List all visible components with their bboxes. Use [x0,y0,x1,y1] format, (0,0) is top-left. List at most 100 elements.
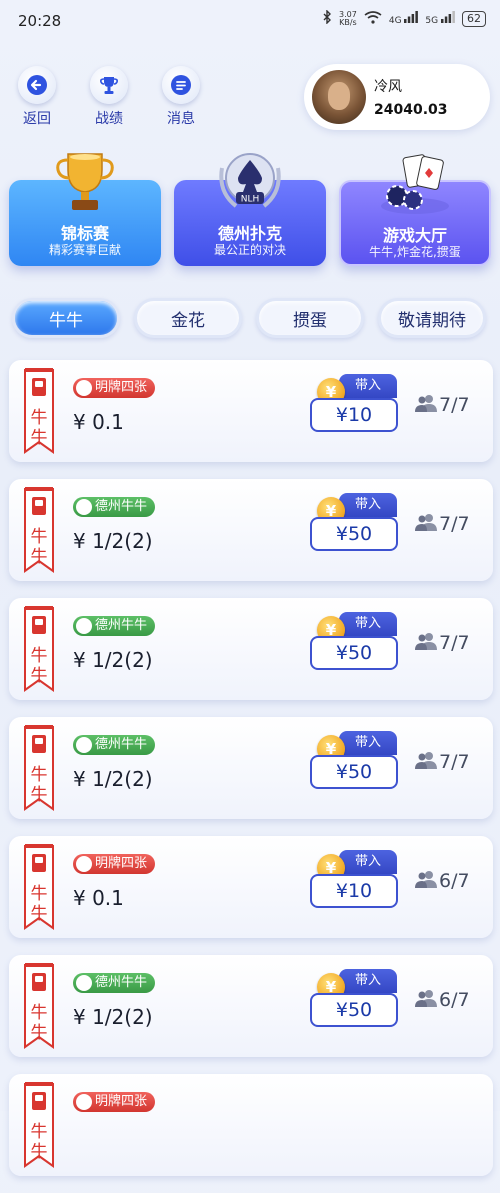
room-type-badge: 德州牛牛 [73,973,156,993]
tab-guandan[interactable]: 掼蛋 [256,298,364,338]
banner-char-1: 牛 [30,884,48,904]
buyin-label: 带入 [339,612,397,636]
bluetooth-icon [322,9,332,27]
players-icon [415,751,437,774]
niuniu-banner-icon: 牛 牛 [23,1082,55,1170]
back-arrow-icon [18,66,56,104]
room-type-badge: 德州牛牛 [73,497,156,517]
badge-icon [76,856,92,872]
room-stake: ¥ 0.1 [73,410,124,434]
banner-char-2: 牛 [30,904,48,924]
room-list: 牛 牛 明牌四张 ¥ 0.1 带入 ¥ ¥10 7/7 牛 牛 德州牛牛 ¥ 1… [9,360,493,1193]
game-lobby-card[interactable]: 游戏大厅 牛牛,炸金花,掼蛋 [339,154,491,266]
player-count: 6/7 [415,870,470,893]
players-icon [415,394,437,417]
buyin-label: 带入 [339,731,397,755]
buyin-label: 带入 [339,493,397,517]
room-row[interactable]: 牛 牛 明牌四张 ¥ 0.1 带入 ¥ ¥10 6/7 [9,836,493,938]
room-row[interactable]: 牛 牛 德州牛牛 ¥ 1/2(2) 带入 ¥ ¥50 7/7 [9,479,493,581]
room-stake: ¥ 1/2(2) [73,1005,153,1029]
room-type-badge: 明牌四张 [73,1092,156,1112]
tab-coming-soon[interactable]: 敬请期待 [378,298,486,338]
players-icon [415,870,437,893]
player-count: 7/7 [415,632,470,655]
banner-char-1: 牛 [30,1122,48,1142]
avatar[interactable] [312,70,366,124]
banner-char-1: 牛 [30,765,48,785]
banner-char-2: 牛 [30,428,48,448]
cards-chips-icon [375,150,455,220]
texas-holdem-card[interactable]: NLH 德州扑克 最公正的对决 [174,153,326,266]
back-label: 返回 [23,111,51,127]
banner-char-2: 牛 [30,785,48,805]
buyin-label: 带入 [339,374,397,398]
banner-char-1: 牛 [30,408,48,428]
banner-char-2: 牛 [30,547,48,567]
message-icon [162,66,200,104]
room-row[interactable]: 牛 牛 德州牛牛 ¥ 1/2(2) 带入 ¥ ¥50 7/7 [9,598,493,700]
texas-holdem-subtitle: 最公正的对决 [213,243,286,257]
messages-label: 消息 [167,111,195,127]
buyin-amount-button[interactable]: ¥10 [310,398,398,432]
badge-icon [76,380,92,396]
buyin-amount-button[interactable]: ¥50 [310,636,398,670]
banner-char-2: 牛 [30,666,48,686]
wifi-icon [364,10,382,27]
tab-jinhua[interactable]: 金花 [134,298,242,338]
badge-icon [76,618,92,634]
top-nav: 返回 战绩 消息 [14,66,204,128]
banner-char-1: 牛 [30,646,48,666]
tab-niuniu[interactable]: 牛牛 [12,298,120,338]
messages-button[interactable]: 消息 [158,66,204,128]
player-count: 7/7 [415,394,470,417]
status-time: 20:28 [18,12,62,30]
room-type-badge: 明牌四张 [73,378,156,398]
niuniu-banner-icon: 牛 牛 [23,368,55,456]
user-balance: 24040.03 [374,102,448,118]
badge-icon [76,499,92,515]
user-card[interactable]: 冷风 24040.03 [304,64,490,130]
players-icon [415,513,437,536]
buyin-amount-button[interactable]: ¥50 [310,993,398,1027]
niuniu-banner-icon: 牛 牛 [23,963,55,1051]
status-bar: 20:28 3.07 KB/s 4G 5G 62 [0,0,500,44]
badge-icon [76,737,92,753]
room-stake: ¥ 1/2(2) [73,648,153,672]
players-icon [415,632,437,655]
banner-char-1: 牛 [30,1003,48,1023]
room-row[interactable]: 牛 牛 明牌四张 ¥ 0.1 带入 ¥ ¥10 7/7 [9,360,493,462]
game-tabs: 牛牛 金花 掼蛋 敬请期待 [12,298,486,338]
niuniu-banner-icon: 牛 牛 [23,844,55,932]
buyin-label: 带入 [339,969,397,993]
status-icons: 3.07 KB/s 4G 5G 62 [322,9,486,27]
gold-trophy-icon [50,148,120,220]
banner-char-1: 牛 [30,527,48,547]
room-row[interactable]: 牛 牛 德州牛牛 ¥ 1/2(2) 带入 ¥ ¥50 6/7 [9,955,493,1057]
room-type-badge: 德州牛牛 [73,735,156,755]
signal-5g-icon: 5G [425,11,455,26]
room-stake: ¥ 0.1 [73,886,124,910]
badge-icon [76,975,92,991]
players-icon [415,989,437,1012]
net-speed: 3.07 KB/s [339,9,357,27]
player-count: 7/7 [415,751,470,774]
nlh-logo-text: NLH [241,195,260,205]
tournament-card[interactable]: 锦标赛 精彩赛事巨献 [9,153,161,266]
niuniu-banner-icon: 牛 牛 [23,606,55,694]
buyin-amount-button[interactable]: ¥50 [310,517,398,551]
player-count: 6/7 [415,989,470,1012]
record-label: 战绩 [95,111,123,127]
room-type-badge: 明牌四张 [73,854,156,874]
banner-char-2: 牛 [30,1142,48,1162]
buyin-amount-button[interactable]: ¥50 [310,755,398,789]
user-name: 冷风 [374,79,402,95]
back-button[interactable]: 返回 [14,66,60,128]
player-count: 7/7 [415,513,470,536]
tournament-subtitle: 精彩赛事巨献 [48,243,121,257]
niuniu-banner-icon: 牛 牛 [23,725,55,813]
buyin-amount-button[interactable]: ¥10 [310,874,398,908]
record-button[interactable]: 战绩 [86,66,132,128]
banner-char-2: 牛 [30,1023,48,1043]
room-row[interactable]: 牛 牛 明牌四张 [9,1074,493,1176]
room-row[interactable]: 牛 牛 德州牛牛 ¥ 1/2(2) 带入 ¥ ¥50 7/7 [9,717,493,819]
